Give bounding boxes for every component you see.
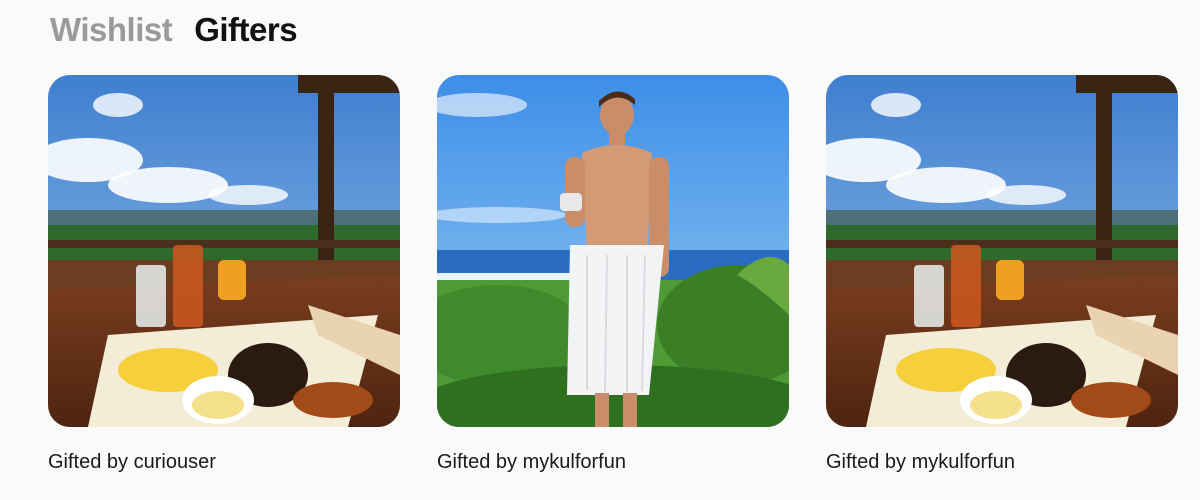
breakfast-photo-illustration: [48, 75, 400, 427]
gift-photo-portrait[interactable]: [437, 75, 789, 427]
gift-photo-breakfast[interactable]: [48, 75, 400, 427]
gift-card[interactable]: Gifted by curiouser: [48, 75, 400, 475]
gift-card[interactable]: Gifted by mykulforfun: [826, 75, 1178, 475]
tab-wishlist[interactable]: Wishlist: [50, 8, 173, 52]
gift-card[interactable]: Gifted by mykulforfun: [437, 75, 789, 475]
breakfast-photo-illustration: [826, 75, 1178, 427]
gifter-caption: Gifted by mykulforfun: [826, 451, 1015, 473]
gifter-caption: Gifted by curiouser: [48, 451, 216, 473]
gifter-caption: Gifted by mykulforfun: [437, 451, 626, 473]
portrait-photo-illustration: [437, 75, 789, 427]
gift-photo-breakfast[interactable]: [826, 75, 1178, 427]
tab-bar: Wishlist Gifters: [50, 8, 298, 52]
gifters-page: Wishlist Gifters Gifted by curiouser Gif…: [0, 0, 1200, 500]
tab-gifters[interactable]: Gifters: [194, 8, 297, 52]
